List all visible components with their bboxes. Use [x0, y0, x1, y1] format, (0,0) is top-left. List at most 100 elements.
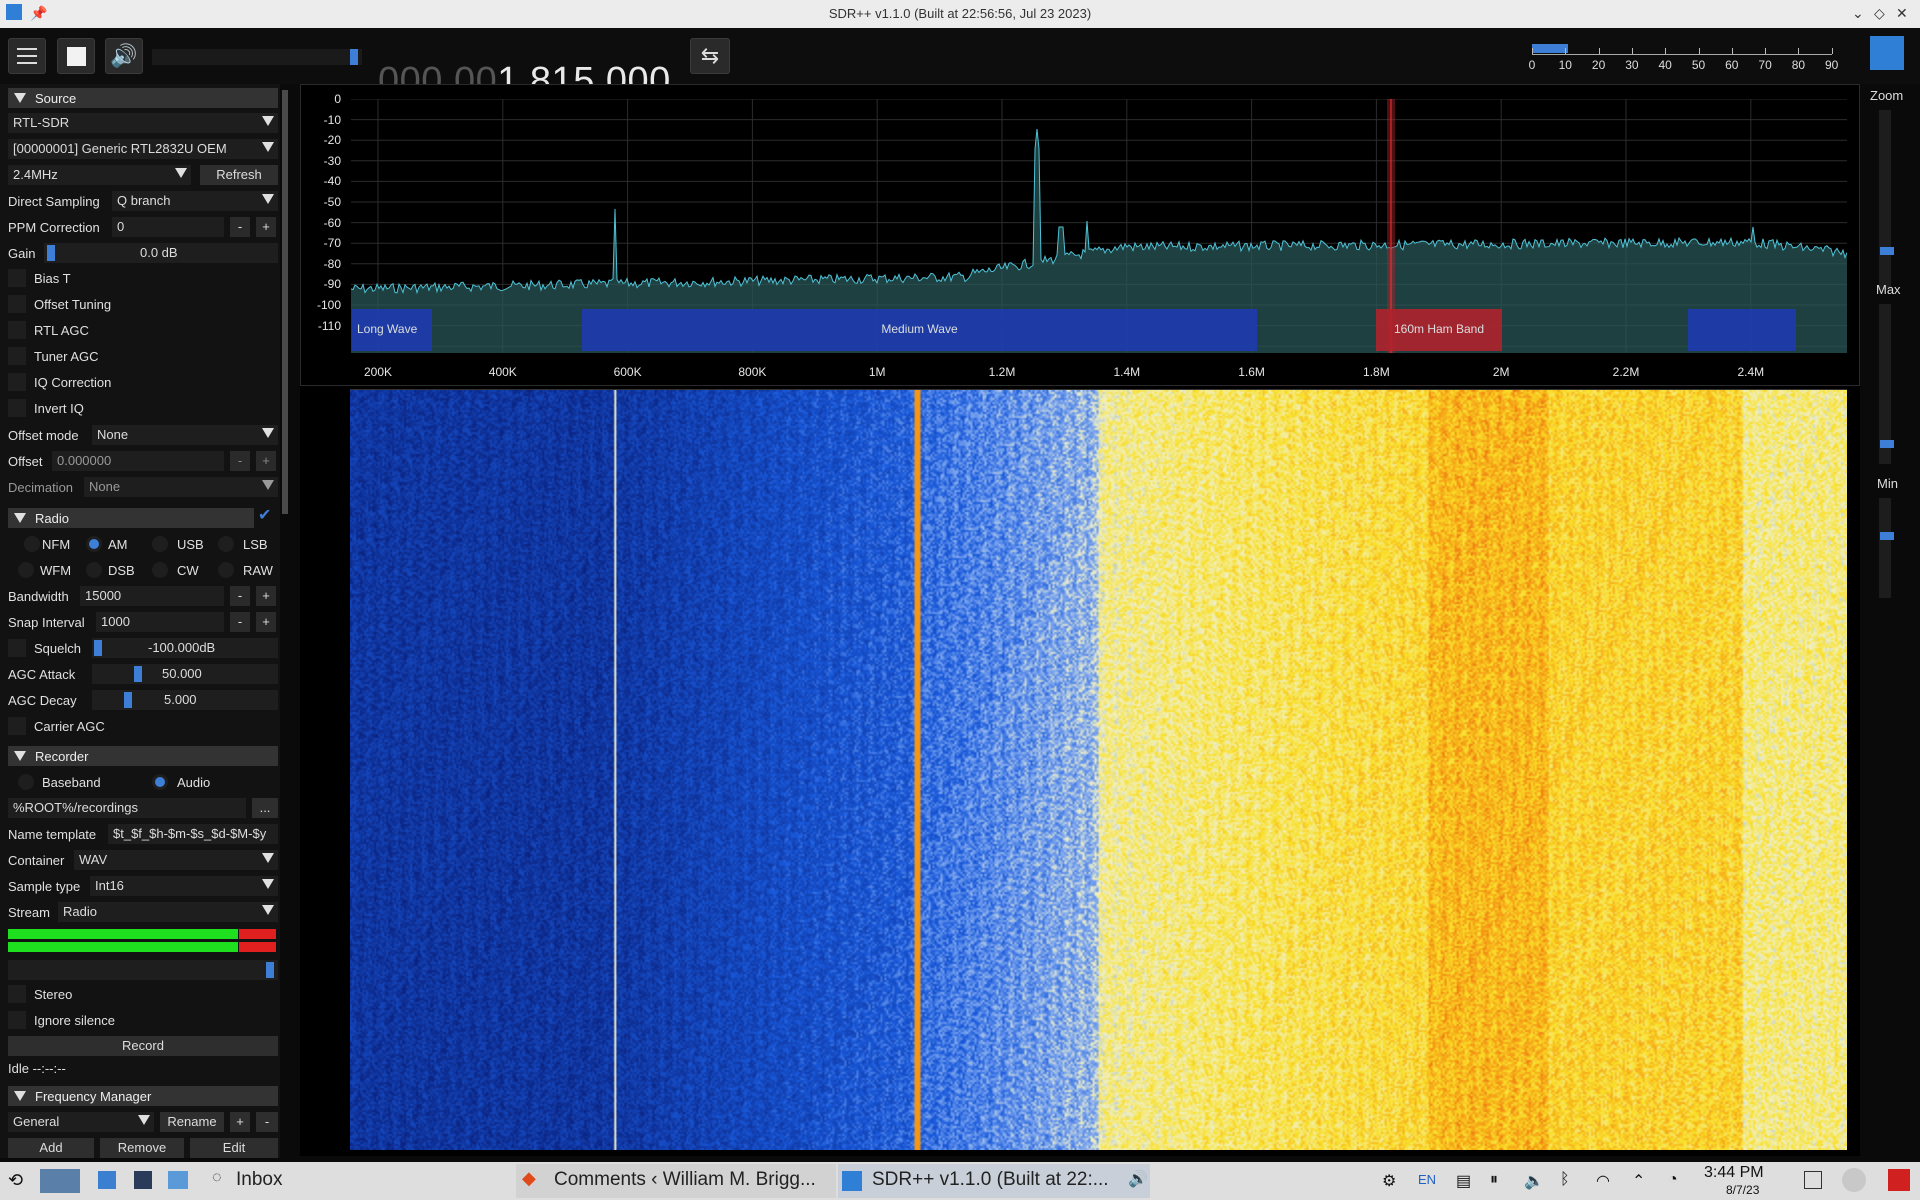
volume-knob[interactable] [350, 49, 358, 65]
terminal-icon[interactable] [134, 1171, 152, 1189]
browse-button[interactable]: ... [252, 798, 278, 818]
agc-attack-slider[interactable]: 50.000 [92, 664, 278, 684]
bias-t-checkbox[interactable] [8, 269, 26, 287]
mode-lsb-radio[interactable] [218, 536, 234, 552]
agc-decay-slider[interactable]: 5.000 [92, 690, 278, 710]
min-slider[interactable] [1879, 498, 1891, 598]
show-hidden-icon[interactable]: ⌃ [1632, 1171, 1645, 1191]
clipboard-icon[interactable]: ▤ [1456, 1171, 1471, 1191]
max-knob[interactable] [1880, 440, 1894, 448]
frequency-manager-header[interactable]: Frequency Manager [8, 1086, 278, 1106]
baseband-radio[interactable] [18, 774, 34, 790]
recorder-volume-slider[interactable] [8, 960, 278, 980]
folder-icon[interactable] [168, 1171, 188, 1189]
source-select[interactable]: RTL-SDR [8, 113, 278, 133]
media-icon[interactable]: ⏸ [1490, 1171, 1498, 1189]
min-knob[interactable] [1880, 532, 1894, 540]
mode-raw-radio[interactable] [218, 562, 234, 578]
squelch-slider[interactable]: -100.000dB [92, 638, 278, 658]
audio-radio[interactable] [152, 774, 168, 790]
mode-wfm-radio[interactable] [18, 562, 34, 578]
offset-input[interactable]: 0.000000 [52, 451, 224, 471]
clock-time[interactable]: 3:44 PM [1704, 1164, 1764, 1182]
mode-am-radio[interactable] [86, 536, 102, 552]
stream-select[interactable]: Radio [58, 902, 278, 922]
desktop-pager-icon[interactable] [40, 1169, 80, 1193]
container-select[interactable]: WAV [74, 850, 278, 870]
launcher-icon[interactable]: ⟲ [8, 1170, 23, 1191]
bandwidth-decrement-button[interactable]: - [230, 586, 250, 606]
offset-mode-select[interactable]: None [92, 425, 278, 445]
notifications-icon[interactable]: ⚙ [1382, 1171, 1396, 1191]
task-inbox[interactable]: ◌ Inbox [208, 1164, 508, 1198]
ignore-silence-checkbox[interactable] [8, 1011, 26, 1029]
band-segment[interactable]: Medium Wave [582, 309, 1257, 351]
volume-slider[interactable] [152, 49, 362, 65]
side-panel-scrollbar[interactable] [282, 90, 288, 514]
decimation-select[interactable]: None [84, 477, 278, 497]
gain-slider[interactable]: 0.0 dB [44, 243, 278, 263]
bluetooth-icon[interactable]: ᛒ [1560, 1171, 1570, 1189]
swap-icon[interactable]: ⇆ [690, 38, 730, 74]
stereo-checkbox[interactable] [8, 985, 26, 1003]
waterfall[interactable] [350, 390, 1847, 1150]
offset-decrement-button[interactable]: - [230, 451, 250, 471]
remove-frequency-button[interactable]: Remove [100, 1138, 184, 1158]
language-indicator[interactable]: EN [1418, 1172, 1436, 1187]
remove-list-button[interactable]: - [256, 1112, 278, 1132]
clock-date[interactable]: 8/7/23 [1726, 1183, 1759, 1197]
wifi-icon[interactable]: ◠ [1596, 1171, 1610, 1191]
carrier-agc-checkbox[interactable] [8, 717, 26, 735]
checkmark-icon[interactable]: ✔ [258, 505, 271, 525]
tray-app-icon[interactable] [1888, 1169, 1910, 1191]
name-template-input[interactable]: $t_$f_$h-$m-$s_$d-$M-$y [108, 824, 278, 844]
mode-dsb-radio[interactable] [86, 562, 102, 578]
samplerate-select[interactable]: 2.4MHz [8, 165, 191, 185]
iq-correction-checkbox[interactable] [8, 373, 26, 391]
task-sdrpp[interactable]: SDR++ v1.1.0 (Built at 22:... 🔊 [838, 1164, 1150, 1198]
refresh-button[interactable]: Refresh [200, 165, 278, 185]
fft-plot[interactable]: 0 -10 -20 -30 -40 -50 -60 -70 -80 -90 -100 -110 Lon… [300, 84, 1860, 386]
record-button[interactable]: Record [8, 1036, 278, 1056]
show-desktop-icon[interactable] [1804, 1171, 1822, 1189]
snap-interval-input[interactable]: 1000 [96, 612, 224, 632]
recorder-header[interactable]: Recorder [8, 746, 278, 766]
task-comments[interactable]: ◆ Comments ‹ William M. Brigg... [516, 1164, 836, 1198]
browser-icon[interactable] [98, 1171, 116, 1189]
tuner-agc-checkbox[interactable] [8, 347, 26, 365]
mode-nfm-radio[interactable] [24, 536, 40, 552]
sample-type-select[interactable]: Int16 [90, 876, 278, 896]
add-list-button[interactable]: + [230, 1112, 250, 1132]
device-select[interactable]: [00000001] Generic RTL2832U OEM [8, 139, 278, 159]
zoom-slider[interactable] [1879, 110, 1891, 290]
close-icon[interactable]: ✕ [1896, 5, 1908, 22]
menu-button[interactable] [8, 38, 46, 74]
ppm-decrement-button[interactable]: - [230, 217, 250, 237]
update-icon[interactable]: ◔ [1668, 1171, 1678, 1189]
rename-button[interactable]: Rename [160, 1112, 224, 1132]
ppm-increment-button[interactable]: + [256, 217, 276, 237]
band-segment[interactable] [1688, 309, 1796, 351]
frequency-list-select[interactable]: General [8, 1112, 154, 1132]
snap-decrement-button[interactable]: - [230, 612, 250, 632]
bandwidth-increment-button[interactable]: + [256, 586, 276, 606]
source-header[interactable]: Source [8, 88, 278, 108]
snap-increment-button[interactable]: + [256, 612, 276, 632]
direct-sampling-select[interactable]: Q branch [112, 191, 278, 211]
band-segment[interactable]: 160m Ham Band [1376, 309, 1502, 351]
zoom-knob[interactable] [1880, 247, 1894, 255]
invert-iq-checkbox[interactable] [8, 399, 26, 417]
rtl-agc-checkbox[interactable] [8, 321, 26, 339]
band-segment[interactable]: Long Wave [352, 309, 432, 351]
stop-button[interactable] [57, 38, 95, 74]
mode-usb-radio[interactable] [152, 536, 168, 552]
offset-increment-button[interactable]: + [256, 451, 276, 471]
edit-frequency-button[interactable]: Edit [190, 1138, 278, 1158]
squelch-checkbox[interactable] [8, 639, 26, 657]
fft-waterfall-area[interactable]: 0 -10 -20 -30 -40 -50 -60 -70 -80 -90 -100 -110 Lon… [300, 84, 1860, 1156]
recording-path-input[interactable]: %ROOT%/recordings [8, 798, 246, 818]
minimize-icon[interactable]: ⌄ [1852, 5, 1864, 22]
volume-tray-icon[interactable]: 🔈 [1524, 1171, 1544, 1191]
mode-cw-radio[interactable] [152, 562, 168, 578]
ppm-input[interactable]: 0 [112, 217, 224, 237]
